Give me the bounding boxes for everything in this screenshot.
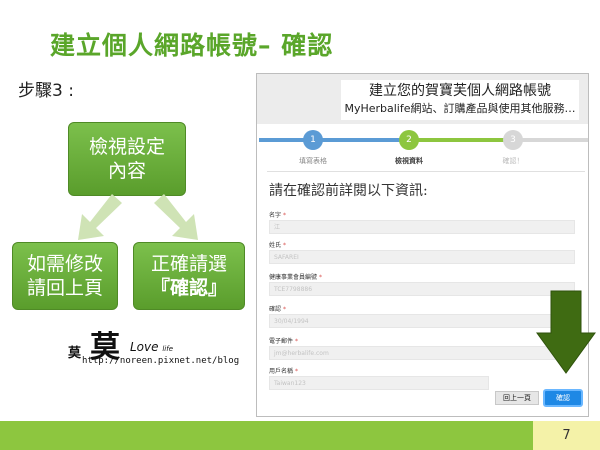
field-username: Taiwan123: [269, 376, 489, 390]
required-mark: *: [318, 274, 322, 281]
progress-line-done: [259, 138, 409, 142]
screenshot-heading: 建立您的賀寶芙個人網路帳號: [369, 83, 551, 99]
field-label-text: 電子郵件: [269, 338, 294, 345]
big-down-arrow-icon: [536, 290, 596, 374]
screenshot-subheading: MyHerbalife網站、訂購產品與使用其他服務…: [344, 102, 576, 115]
field-label-username: 用戶名稱 *: [269, 366, 298, 375]
field-label-member-id: 健康事業會員編號 *: [269, 272, 322, 281]
field-first-name: 江: [269, 220, 575, 234]
field-last-name: SAFAREI: [269, 250, 575, 264]
field-label-text: 健康事業會員編號: [269, 274, 318, 281]
field-label-email: 電子郵件 *: [269, 336, 298, 345]
field-label-text: 姓氏: [269, 242, 282, 249]
logo-love-word: Love: [130, 340, 159, 354]
step-dot-1: 1: [303, 130, 323, 150]
flow-box-confirm: 正確請選 『確認』: [133, 242, 245, 310]
confirm-title: 請在確認前詳閱以下資訊:: [269, 183, 428, 199]
logo-life-word: life: [162, 345, 174, 353]
flow-box-confirm-line1: 正確請選: [150, 253, 227, 275]
flow-box-confirm-line2: 『確認』: [150, 277, 227, 299]
step-label-3: 確認！: [502, 157, 524, 165]
step-label-1: 填寫表格: [299, 157, 327, 165]
step-label-2: 檢視資料: [395, 157, 423, 165]
down-right-arrow-icon: [154, 194, 198, 240]
step-dot-3: 3: [503, 130, 523, 150]
required-mark: *: [282, 242, 286, 249]
flow-box-review: 檢視設定內容: [68, 122, 186, 196]
page-number: 7: [533, 421, 600, 450]
step-label: 步驟3 :: [18, 81, 74, 101]
flow-box-modify-text: 如需修改請回上頁: [26, 253, 103, 299]
confirm-button[interactable]: 確認: [543, 389, 583, 407]
flow-box-review-text: 檢視設定內容: [88, 136, 165, 182]
logo-love-text: Love life: [130, 340, 173, 354]
step-dot-2: 2: [399, 130, 419, 150]
screenshot-heading-box: 建立您的賀寶芙個人網路帳號 MyHerbalife網站、訂購產品與使用其他服務…: [341, 80, 579, 120]
field-label-confirm: 確認 *: [269, 304, 286, 313]
field-confirm: 30/04/1994: [269, 314, 575, 328]
progress-line-current: [407, 138, 511, 142]
field-member-id: TCE7798886: [269, 282, 575, 296]
divider: [267, 171, 585, 172]
field-label-text: 用戶名稱: [269, 368, 294, 375]
field-email: jm@herbalife.com: [269, 346, 575, 360]
blog-logo: 莫 莫 Love life http://noreen.pixnet.net/b…: [68, 326, 239, 370]
logo-url: http://noreen.pixnet.net/blog: [82, 356, 240, 366]
field-label-text: 名字: [269, 212, 282, 219]
down-left-arrow-icon: [78, 194, 122, 240]
screenshot-header: 建立您的賀寶芙個人網路帳號 MyHerbalife網站、訂購產品與使用其他服務…: [257, 74, 588, 124]
field-label-last-name: 姓氏 *: [269, 240, 286, 249]
back-button[interactable]: 回上一頁: [495, 391, 539, 405]
required-mark: *: [282, 212, 286, 219]
required-mark: *: [294, 368, 298, 375]
logo-small-char: 莫: [68, 346, 82, 361]
field-label-text: 確認: [269, 306, 282, 313]
footer-bar: [0, 421, 533, 450]
required-mark: *: [294, 338, 298, 345]
field-label-first-name: 名字 *: [269, 210, 286, 219]
required-mark: *: [282, 306, 286, 313]
slide-title: 建立個人網路帳號– 確認: [50, 31, 334, 60]
flow-box-modify: 如需修改請回上頁: [12, 242, 118, 310]
